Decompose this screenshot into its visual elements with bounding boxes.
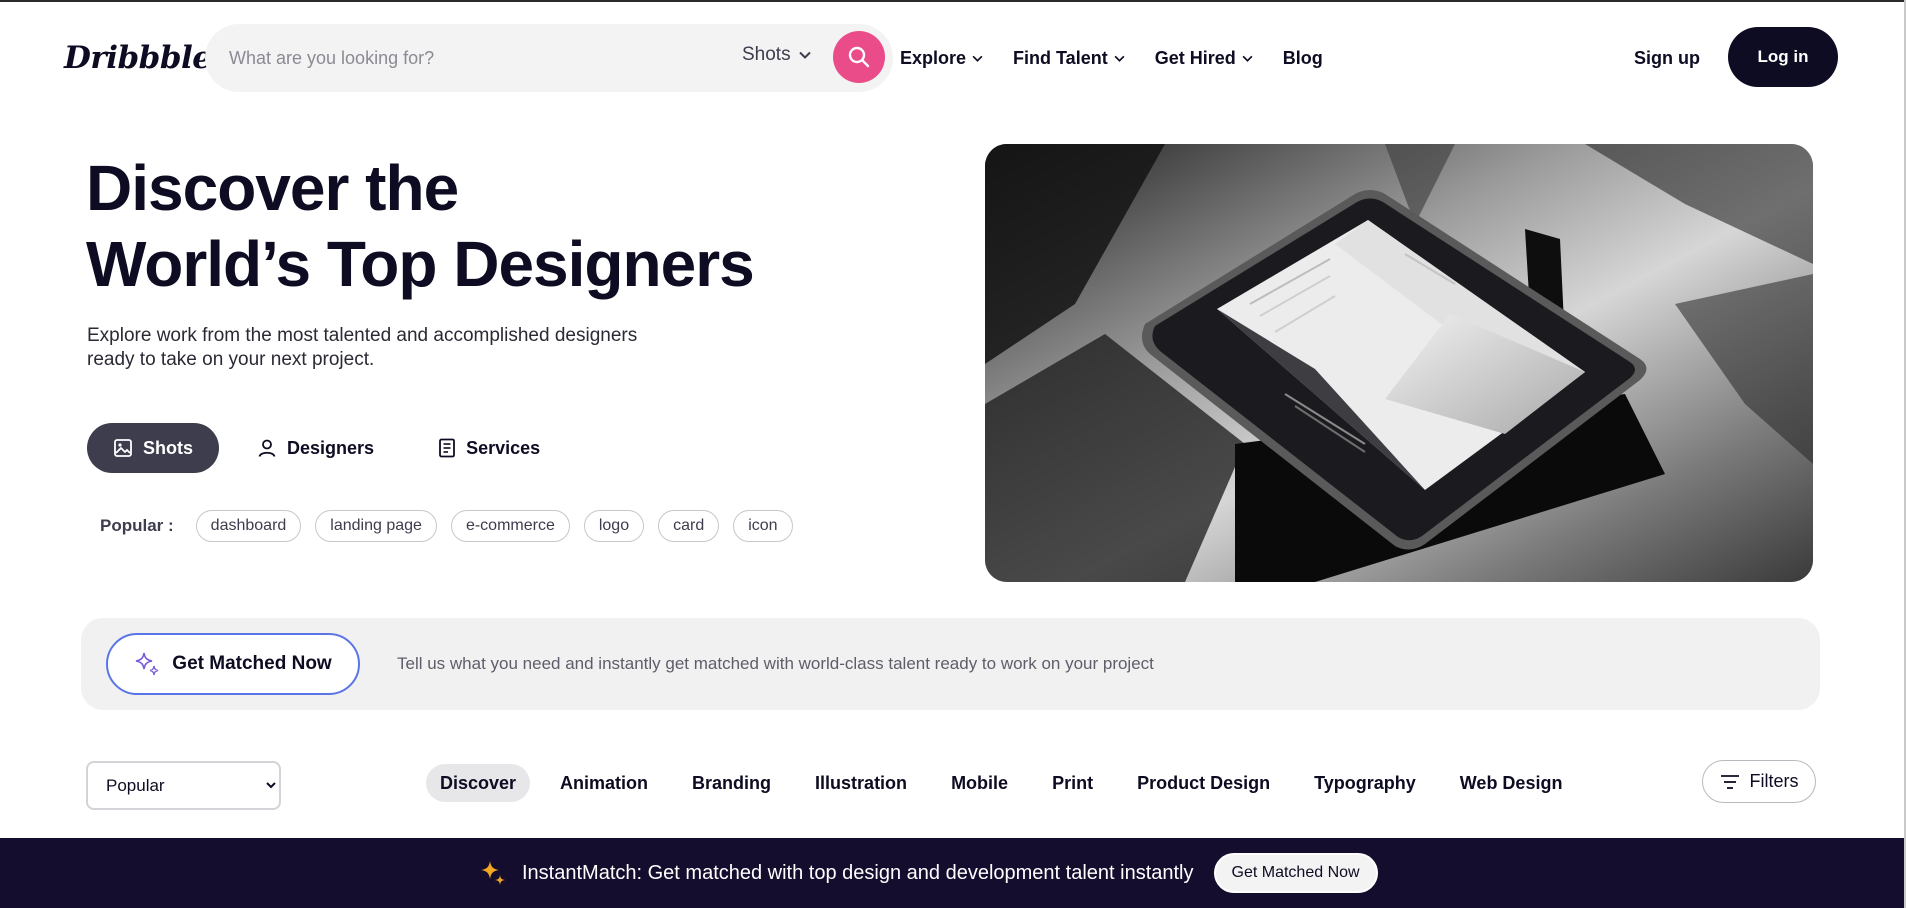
tab-services-label: Services bbox=[466, 437, 541, 458]
get-matched-banner: Get Matched Now Tell us what you need an… bbox=[81, 618, 1820, 710]
tab-shots-label: Shots bbox=[143, 437, 194, 458]
nav-explore[interactable]: Explore bbox=[900, 48, 983, 69]
popular-label: Popular : bbox=[100, 516, 174, 535]
category-discover[interactable]: Discover bbox=[426, 764, 531, 802]
nav-get-hired[interactable]: Get Hired bbox=[1155, 48, 1253, 69]
popular-tag[interactable]: card bbox=[658, 510, 720, 542]
chevron-down-icon bbox=[1114, 55, 1125, 62]
dribbble-logo[interactable]: Dribbble bbox=[64, 40, 212, 76]
search-type-dropdown[interactable]: Shots bbox=[742, 44, 811, 66]
get-matched-now-label: Get Matched Now bbox=[172, 653, 332, 674]
search-button[interactable] bbox=[833, 31, 885, 83]
instantmatch-get-matched-button[interactable]: Get Matched Now bbox=[1213, 853, 1378, 893]
nav-get-hired-label: Get Hired bbox=[1154, 48, 1236, 68]
popular-tag[interactable]: logo bbox=[583, 510, 645, 542]
category-typography[interactable]: Typography bbox=[1300, 764, 1430, 802]
hero-title: Discover the World’s Top Designers bbox=[86, 150, 986, 302]
get-matched-now-button[interactable]: Get Matched Now bbox=[106, 633, 360, 695]
nav-find-talent-label: Find Talent bbox=[1013, 48, 1108, 68]
category-print[interactable]: Print bbox=[1038, 764, 1107, 802]
nav-find-talent[interactable]: Find Talent bbox=[1013, 48, 1125, 69]
hero-title-line-2: World’s Top Designers bbox=[86, 228, 755, 300]
instantmatch-content: InstantMatch: Get matched with top desig… bbox=[478, 838, 1378, 908]
image-icon bbox=[114, 439, 132, 457]
hero-title-line-1: Discover the bbox=[86, 152, 459, 224]
sparkle-icon bbox=[136, 652, 159, 676]
category-animation[interactable]: Animation bbox=[546, 764, 662, 802]
popular-tag[interactable]: e-commerce bbox=[450, 510, 570, 542]
nav-explore-label: Explore bbox=[900, 48, 967, 68]
category-branding[interactable]: Branding bbox=[678, 764, 785, 802]
search-bar: Shots bbox=[205, 24, 893, 92]
main-nav: Explore Find Talent Get Hired Blog bbox=[900, 48, 1353, 69]
popular-tag[interactable]: icon bbox=[733, 510, 793, 542]
instantmatch-banner: InstantMatch: Get matched with top desig… bbox=[0, 838, 1904, 908]
hero-image bbox=[985, 144, 1813, 582]
get-matched-description: Tell us what you need and instantly get … bbox=[397, 654, 1154, 673]
nav-blog-label: Blog bbox=[1282, 48, 1323, 68]
sort-select[interactable]: Popular bbox=[86, 761, 281, 810]
tab-designers-label: Designers bbox=[287, 437, 375, 458]
filter-icon bbox=[1720, 774, 1739, 789]
tablet-photo-illustration bbox=[985, 144, 1813, 582]
tab-services[interactable]: Services bbox=[412, 423, 566, 473]
site-header: Dribbble Shots Explore Find Talent Get H… bbox=[0, 2, 1904, 112]
popular-tags: Popular : dashboard landing page e-comme… bbox=[100, 510, 807, 542]
search-icon bbox=[848, 46, 870, 68]
sparkle-icon bbox=[481, 861, 505, 885]
category-mobile[interactable]: Mobile bbox=[937, 764, 1022, 802]
popular-tag[interactable]: landing page bbox=[315, 510, 437, 542]
tab-designers[interactable]: Designers bbox=[231, 423, 400, 473]
search-input[interactable] bbox=[229, 38, 709, 78]
chevron-down-icon bbox=[798, 51, 811, 59]
hero-tabs: Shots Designers Services bbox=[87, 423, 566, 473]
hero-subtitle: Explore work from the most talented and … bbox=[87, 325, 638, 370]
signup-link[interactable]: Sign up bbox=[1634, 48, 1700, 69]
person-icon bbox=[258, 439, 276, 457]
nav-blog[interactable]: Blog bbox=[1283, 48, 1323, 69]
filters-label: Filters bbox=[1749, 771, 1799, 791]
category-illustration[interactable]: Illustration bbox=[801, 764, 921, 802]
category-product-design[interactable]: Product Design bbox=[1123, 764, 1284, 802]
category-tabs: Discover Animation Branding Illustration… bbox=[426, 764, 1592, 802]
filters-button[interactable]: Filters bbox=[1702, 760, 1816, 803]
search-type-label: Shots bbox=[742, 44, 791, 65]
document-icon bbox=[439, 438, 455, 458]
category-web-design[interactable]: Web Design bbox=[1446, 764, 1577, 802]
chevron-down-icon bbox=[1242, 55, 1253, 62]
popular-tag[interactable]: dashboard bbox=[195, 510, 302, 542]
tab-shots[interactable]: Shots bbox=[87, 423, 220, 473]
instantmatch-text: InstantMatch: Get matched with top desig… bbox=[522, 861, 1194, 884]
chevron-down-icon bbox=[972, 55, 983, 62]
login-button[interactable]: Log in bbox=[1728, 27, 1838, 87]
